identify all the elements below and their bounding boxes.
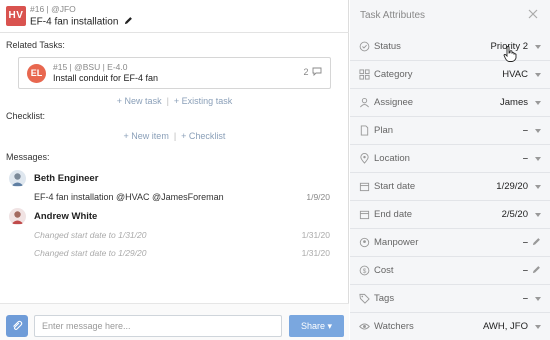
- attr-label: Assignee: [374, 97, 414, 108]
- attr-value[interactable]: James: [500, 97, 528, 108]
- avatar: [9, 170, 26, 187]
- add-checklist-link[interactable]: + Checklist: [181, 131, 225, 141]
- attr-row-cost[interactable]: $ Cost –: [350, 257, 550, 285]
- attr-row-location[interactable]: Location –: [350, 145, 550, 173]
- checklist-label: Checklist:: [6, 111, 46, 121]
- chevron-down-icon[interactable]: [535, 73, 541, 77]
- attr-value[interactable]: 2/5/20: [502, 209, 528, 220]
- attr-value[interactable]: AWH, JFO: [483, 321, 528, 332]
- attr-value[interactable]: HVAC: [502, 69, 528, 80]
- attr-label: Watchers: [374, 321, 414, 332]
- hand-cursor-icon: [503, 46, 517, 64]
- attr-row-manpower[interactable]: Manpower –: [350, 229, 550, 257]
- attr-label: Status: [374, 41, 401, 52]
- attr-value[interactable]: –: [523, 265, 528, 276]
- chevron-down-icon[interactable]: [535, 45, 541, 49]
- paperclip-icon: [13, 320, 23, 331]
- related-task-meta: #15 | @BSU | E-4.0: [53, 62, 128, 72]
- attr-label: Manpower: [374, 237, 419, 248]
- attr-value[interactable]: –: [523, 237, 528, 248]
- svg-text:$: $: [363, 268, 367, 275]
- related-task-badge: EL: [27, 64, 46, 83]
- chevron-down-icon[interactable]: [535, 297, 541, 301]
- task-title-text[interactable]: EF-4 fan installation: [30, 17, 118, 28]
- attr-label: Plan: [374, 125, 394, 136]
- chevron-down-icon[interactable]: [535, 213, 541, 217]
- system-message-date: 1/31/20: [301, 248, 330, 258]
- attr-value[interactable]: –: [523, 125, 528, 136]
- chevron-down-icon[interactable]: [535, 129, 541, 133]
- attr-row-status[interactable]: Status Priority 2: [350, 33, 550, 61]
- document-icon: [360, 125, 369, 136]
- pencil-icon[interactable]: [124, 16, 133, 28]
- attr-label: Location: [374, 153, 410, 164]
- pencil-icon[interactable]: [532, 237, 541, 248]
- attr-value[interactable]: –: [523, 153, 528, 164]
- category-icon: [359, 69, 370, 80]
- attr-row-assignee[interactable]: Assignee James: [350, 89, 550, 117]
- chevron-down-icon[interactable]: [535, 325, 541, 329]
- attr-label: Start date: [374, 181, 416, 192]
- user-icon: [360, 98, 369, 108]
- message-author: Beth Engineer: [34, 173, 99, 184]
- checklist-actions: + New item | + Checklist: [123, 131, 226, 141]
- status-icon: [359, 41, 370, 52]
- location-pin-icon: [360, 153, 369, 164]
- attach-button[interactable]: [6, 315, 28, 337]
- attr-label: Cost: [374, 265, 394, 276]
- chevron-down-icon[interactable]: [535, 157, 541, 161]
- attributes-title: Task Attributes: [360, 10, 426, 21]
- new-item-link[interactable]: + New item: [124, 131, 169, 141]
- system-message: Changed start date to 1/29/20: [34, 248, 147, 258]
- attr-label: End date: [374, 209, 413, 220]
- attr-value[interactable]: 1/29/20: [496, 181, 528, 192]
- attr-row-plan[interactable]: Plan –: [350, 117, 550, 145]
- message-date: 1/9/20: [306, 192, 330, 202]
- share-button[interactable]: Share ▾: [289, 315, 344, 337]
- comment-icon: [312, 67, 322, 78]
- category-badge: HV: [6, 6, 26, 26]
- attr-label: Tags: [374, 293, 395, 304]
- system-message-date: 1/31/20: [301, 230, 330, 240]
- comment-count: 2: [303, 67, 309, 77]
- tag-icon: [359, 293, 370, 304]
- message-input[interactable]: [34, 315, 282, 337]
- pencil-icon[interactable]: [532, 265, 541, 276]
- attr-row-end-date[interactable]: End date 2/5/20: [350, 201, 550, 229]
- task-header: HV #16 | @JFO EF-4 fan installation: [0, 0, 349, 33]
- avatar: [9, 208, 26, 225]
- calendar-icon: [359, 182, 370, 192]
- attr-row-tags[interactable]: Tags –: [350, 285, 550, 313]
- message-composer: Share ▾: [0, 303, 349, 340]
- attr-label: Category: [374, 69, 413, 80]
- existing-task-link[interactable]: + Existing task: [174, 96, 232, 106]
- message-author: Andrew White: [34, 211, 98, 222]
- task-title[interactable]: EF-4 fan installation: [30, 16, 133, 28]
- related-task-comments: 2: [303, 67, 322, 78]
- close-icon[interactable]: [528, 9, 538, 21]
- calendar-icon: [359, 210, 370, 220]
- related-tasks-label: Related Tasks:: [6, 40, 65, 50]
- attr-row-category[interactable]: Category HVAC: [350, 61, 550, 89]
- task-attributes-panel: Task Attributes Status Priority 2 Catego…: [350, 0, 550, 340]
- task-meta: #16 | @JFO: [30, 4, 76, 14]
- messages-label: Messages:: [6, 152, 50, 162]
- attr-row-watchers[interactable]: Watchers AWH, JFO: [350, 313, 550, 340]
- dollar-icon: $: [359, 265, 370, 276]
- related-task-actions: + New task | + Existing task: [116, 96, 233, 106]
- attr-value[interactable]: –: [523, 293, 528, 304]
- new-task-link[interactable]: + New task: [117, 96, 162, 106]
- message-text: EF-4 fan installation @HVAC @JamesForema…: [34, 192, 224, 202]
- related-task-title: Install conduit for EF-4 fan: [53, 73, 159, 83]
- chevron-down-icon[interactable]: [535, 101, 541, 105]
- manpower-icon: [359, 237, 370, 248]
- eye-icon: [359, 323, 370, 330]
- system-message: Changed start date to 1/31/20: [34, 230, 147, 240]
- chevron-down-icon[interactable]: [535, 185, 541, 189]
- task-detail-panel: HV #16 | @JFO EF-4 fan installation Rela…: [0, 0, 349, 340]
- attr-row-start-date[interactable]: Start date 1/29/20: [350, 173, 550, 201]
- related-task-card[interactable]: EL #15 | @BSU | E-4.0 Install conduit fo…: [18, 57, 331, 89]
